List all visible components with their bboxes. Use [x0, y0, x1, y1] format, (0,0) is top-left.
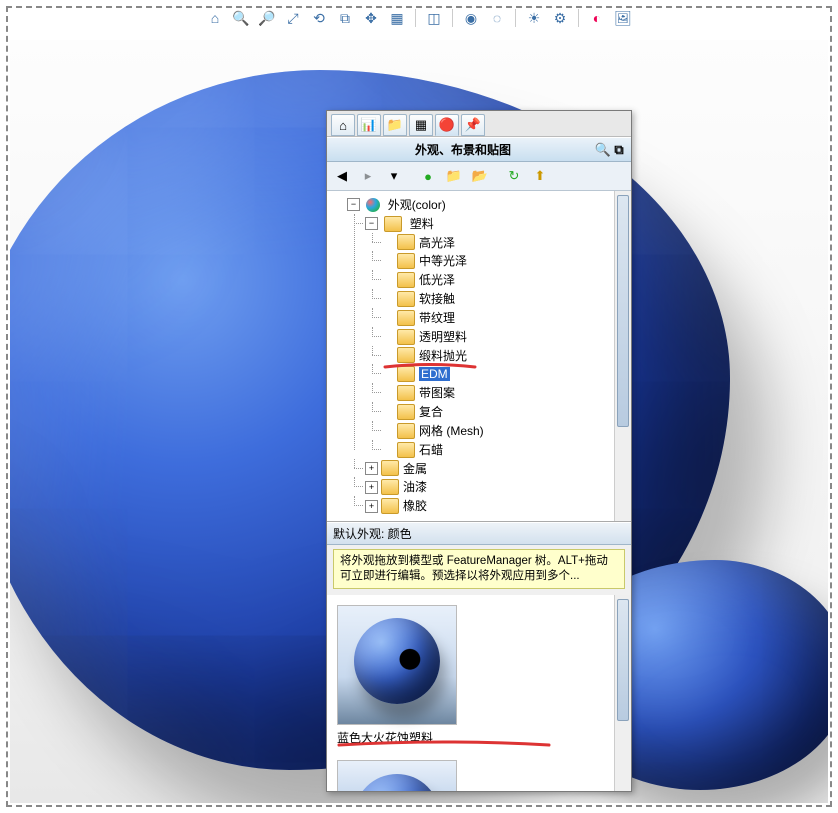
image-icon[interactable]: 🖼: [613, 8, 633, 28]
expander-root[interactable]: −: [347, 198, 360, 211]
appearance-thumbnail-partial[interactable]: [337, 760, 457, 791]
default-appearance-header: 默认外观: 颜色: [327, 522, 631, 545]
panel-title-bar: 外观、布景和贴图 🔍 ⧉: [327, 137, 631, 162]
new-folder-icon[interactable]: 📁: [443, 165, 465, 187]
expand-icon[interactable]: ⧉: [611, 142, 627, 158]
tree-item-带图案[interactable]: 带图案: [419, 386, 455, 400]
preview-scrollbar[interactable]: [614, 595, 631, 791]
folder-icon: [397, 291, 415, 307]
zoom-out-icon[interactable]: 🔎: [257, 8, 277, 28]
display-style-icon[interactable]: ▦: [387, 8, 407, 28]
refresh-icon[interactable]: ↻: [503, 165, 525, 187]
scrollbar-thumb[interactable]: [617, 599, 629, 721]
folder-icon: [397, 385, 415, 401]
appearance-tree[interactable]: − 外观(color) − 塑料 高光泽中等光泽低光泽软接触带纹理透明塑料缎料抛…: [327, 191, 631, 522]
hint-text: 将外观拖放到模型或 FeatureManager 树。ALT+拖动可立即进行编辑…: [333, 549, 625, 589]
up-icon[interactable]: ⬆: [529, 165, 551, 187]
folder-icon: [397, 310, 415, 326]
tree-item-高光泽[interactable]: 高光泽: [419, 235, 455, 249]
preview-area[interactable]: 蓝色大火花蚀塑料: [327, 595, 631, 791]
expander-plastic[interactable]: −: [365, 217, 378, 230]
folder-icon: [397, 347, 415, 363]
tree-plastic[interactable]: 塑料: [410, 217, 434, 231]
tree-item-油漆[interactable]: 油漆: [403, 480, 427, 494]
tab-grid[interactable]: ▦: [409, 114, 433, 136]
folder-icon: [381, 460, 399, 476]
orbit-icon[interactable]: ⟲: [309, 8, 329, 28]
nav-forward-button[interactable]: ▸: [357, 165, 379, 187]
tree-item-软接触[interactable]: 软接触: [419, 292, 455, 306]
tree-root[interactable]: 外观(color): [388, 198, 446, 212]
appearance-root-icon: [366, 198, 380, 212]
tab-appearance[interactable]: 🔴: [435, 114, 459, 136]
appearance-panel: ⌂ 📊 📁 ▦ 🔴 📌 外观、布景和贴图 🔍 ⧉ ◀ ▸ ▾ ● 📁 📂 ↻ ⬆…: [326, 110, 632, 792]
thumbnail-sphere: [354, 618, 440, 704]
expander[interactable]: +: [365, 500, 378, 513]
folder-icon: [381, 479, 399, 495]
tree-item-低光泽[interactable]: 低光泽: [419, 273, 455, 287]
color-icon[interactable]: ◐: [587, 8, 607, 28]
nav-back-button[interactable]: ◀: [331, 165, 353, 187]
zoom-in-icon[interactable]: 🔍: [231, 8, 251, 28]
tree-item-金属[interactable]: 金属: [403, 461, 427, 475]
render-icon[interactable]: ☀: [524, 8, 544, 28]
viewport-hud: ⌂ 🔍 🔎 ⤢ ⟲ ⧉ ✥ ▦ ◫ ◉ ◌ ☀ ⚙ ◐ 🖼: [0, 8, 838, 28]
nav-dropdown[interactable]: ▾: [383, 165, 405, 187]
appearance-thumbnail[interactable]: [337, 605, 457, 725]
expander[interactable]: +: [365, 481, 378, 494]
folder-icon: [397, 272, 415, 288]
folder-icon: [384, 216, 402, 232]
tree-item-EDM[interactable]: EDM: [419, 367, 450, 381]
annotation-label-underline: [339, 737, 549, 741]
wireframe-icon[interactable]: ◌: [487, 8, 507, 28]
shaded-icon[interactable]: ◉: [461, 8, 481, 28]
folder-icon: [397, 404, 415, 420]
section-icon[interactable]: ⧉: [335, 8, 355, 28]
tab-pin[interactable]: 📌: [461, 114, 485, 136]
zoom-fit-icon[interactable]: ⤢: [283, 8, 303, 28]
panel-toolbar: ◀ ▸ ▾ ● 📁 📂 ↻ ⬆: [327, 162, 631, 191]
box-view-icon[interactable]: ◫: [424, 8, 444, 28]
folder-icon: [381, 498, 399, 514]
expander[interactable]: +: [365, 462, 378, 475]
tab-folder[interactable]: 📁: [383, 114, 407, 136]
hud-sep: [578, 9, 579, 27]
tree-item-橡胶[interactable]: 橡胶: [403, 499, 427, 513]
tree-item-石蜡[interactable]: 石蜡: [419, 443, 443, 457]
default-appearance-prefix: 默认外观:: [333, 527, 388, 541]
tree-item-缎料抛光[interactable]: 缎料抛光: [419, 348, 467, 362]
tree-item-网格 (Mesh)[interactable]: 网格 (Mesh): [419, 424, 484, 438]
folder-icon: [397, 253, 415, 269]
hud-sep: [515, 9, 516, 27]
hud-sep: [415, 9, 416, 27]
folder-icon: [397, 366, 415, 382]
tree-item-带纹理[interactable]: 带纹理: [419, 311, 455, 325]
open-icon[interactable]: 📂: [469, 165, 491, 187]
panel-tab-bar: ⌂ 📊 📁 ▦ 🔴 📌: [327, 111, 631, 137]
tab-home[interactable]: ⌂: [331, 114, 355, 136]
panel-title: 外观、布景和贴图: [331, 141, 595, 158]
default-appearance-value: 颜色: [388, 527, 412, 541]
tree-item-复合[interactable]: 复合: [419, 405, 443, 419]
search-icon[interactable]: 🔍: [595, 142, 611, 158]
new-icon[interactable]: ●: [417, 165, 439, 187]
folder-icon: [397, 442, 415, 458]
folder-icon: [397, 234, 415, 250]
pan-icon[interactable]: ✥: [361, 8, 381, 28]
hud-home-icon[interactable]: ⌂: [205, 8, 225, 28]
settings-icon[interactable]: ⚙: [550, 8, 570, 28]
hud-sep: [452, 9, 453, 27]
tree-item-中等光泽[interactable]: 中等光泽: [419, 254, 467, 268]
tree-item-透明塑料[interactable]: 透明塑料: [419, 330, 467, 344]
thumbnail-sphere: [354, 774, 440, 791]
folder-icon: [397, 329, 415, 345]
folder-icon: [397, 423, 415, 439]
tab-chart[interactable]: 📊: [357, 114, 381, 136]
